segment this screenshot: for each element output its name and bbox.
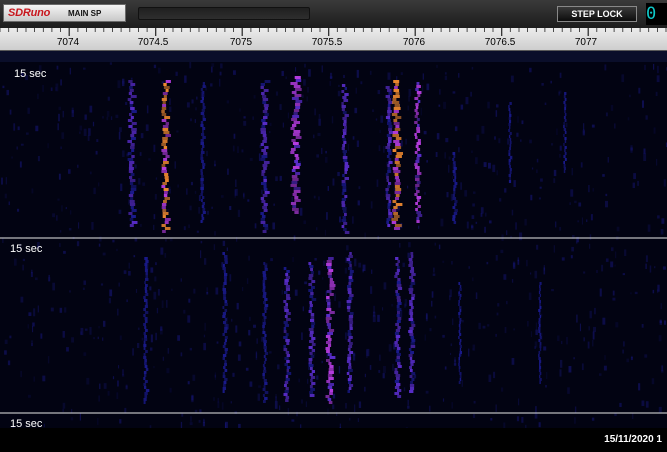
frequency-lcd-display: 0	[646, 3, 667, 25]
freq-label-0: 7074	[56, 37, 80, 48]
freq-label-5: 7076.5	[484, 37, 516, 48]
freq-label-3: 7075.5	[311, 37, 343, 48]
freq-label-2: 7075	[229, 37, 253, 48]
waterfall-display[interactable]: 15 sec 15 sec 15 sec	[0, 62, 667, 430]
app-logo: SDRuno	[8, 7, 51, 19]
title-bar: SDRuno MAIN SP STEP LOCK 0	[0, 0, 667, 29]
frequency-scale[interactable]: 7074 7074.5 7075 7075.5 7076 7076.5 7077	[0, 28, 667, 63]
freq-label-1: 7074.5	[137, 37, 169, 48]
time-marker: 15 sec	[14, 68, 47, 80]
zoom-slider[interactable]	[138, 7, 310, 20]
status-bar: 15/11/2020 1	[0, 428, 667, 452]
date-time-readout: 15/11/2020 1	[604, 434, 662, 445]
waterfall-signals	[0, 62, 667, 428]
step-lock-button[interactable]: STEP LOCK	[557, 6, 637, 22]
freq-label-4: 7076	[402, 37, 426, 48]
window-label: MAIN SP	[68, 9, 102, 18]
freq-label-6: 7077	[574, 37, 598, 48]
app-logo-badge: SDRuno MAIN SP	[3, 4, 126, 22]
time-marker: 15 sec	[10, 243, 43, 255]
